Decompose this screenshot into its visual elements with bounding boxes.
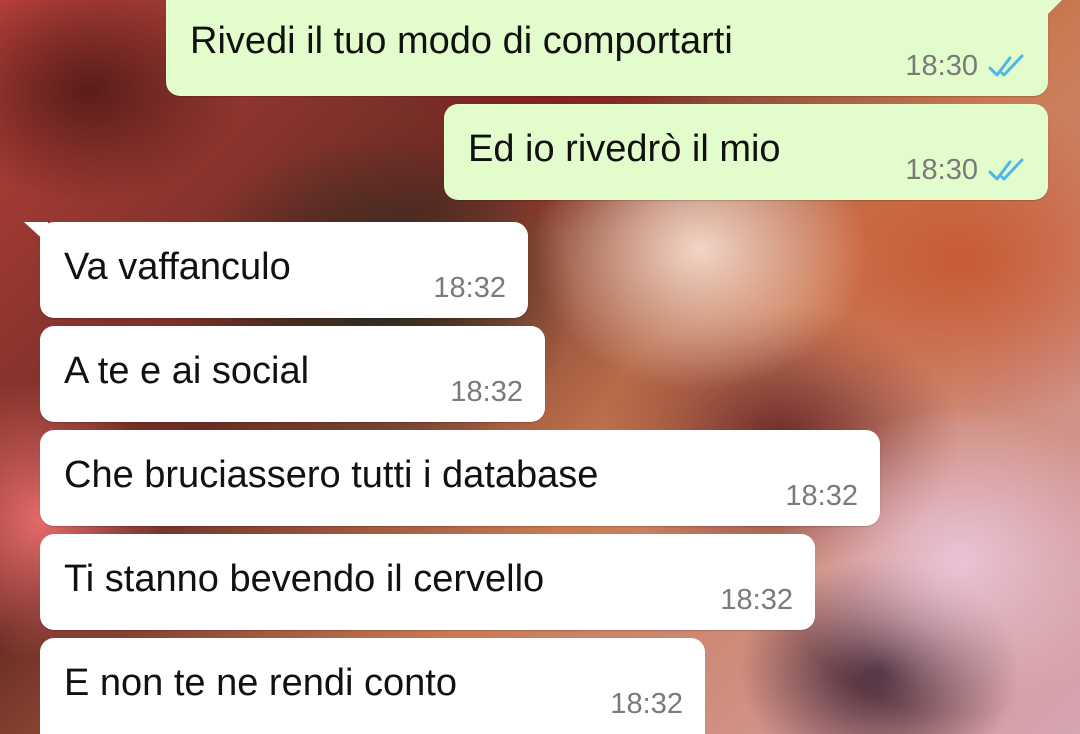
message-meta: 18:30 xyxy=(905,50,1026,82)
bubble-tail xyxy=(24,222,48,244)
message-time: 18:32 xyxy=(450,376,523,408)
message-meta: 18:32 xyxy=(785,480,858,512)
message-time: 18:32 xyxy=(610,688,683,720)
message-text: Ti stanno bevendo il cervello xyxy=(64,558,545,600)
message-meta: 18:32 xyxy=(450,376,523,408)
double-check-icon xyxy=(988,156,1026,184)
message-incoming[interactable]: Che bruciassero tutti i database 18:32 xyxy=(40,430,880,526)
message-meta: 18:30 xyxy=(905,154,1026,186)
message-outgoing[interactable]: Rivedi il tuo modo di comportarti 18:30 xyxy=(166,0,1062,96)
message-meta: 18:32 xyxy=(610,688,683,720)
message-meta: 18:32 xyxy=(720,584,793,616)
message-meta: 18:32 xyxy=(433,272,506,304)
message-incoming[interactable]: E non te ne rendi conto 18:32 xyxy=(40,638,705,734)
message-time: 18:30 xyxy=(905,154,978,186)
message-time: 18:30 xyxy=(905,50,978,82)
message-text: E non te ne rendi conto xyxy=(64,662,457,704)
double-check-icon xyxy=(988,52,1026,80)
bubble-tail xyxy=(1040,0,1062,22)
message-text: Che bruciassero tutti i database xyxy=(64,454,599,496)
message-incoming[interactable]: Va vaffanculo 18:32 xyxy=(24,222,528,318)
message-text: Ed io rivedrò il mio xyxy=(468,128,781,170)
message-outgoing[interactable]: Ed io rivedrò il mio 18:30 xyxy=(444,104,1048,200)
message-text: Rivedi il tuo modo di comportarti xyxy=(190,20,733,62)
message-time: 18:32 xyxy=(433,272,506,304)
message-incoming[interactable]: A te e ai social 18:32 xyxy=(40,326,545,422)
message-time: 18:32 xyxy=(785,480,858,512)
message-text: Va vaffanculo xyxy=(64,246,291,288)
message-incoming[interactable]: Ti stanno bevendo il cervello 18:32 xyxy=(40,534,815,630)
message-text: A te e ai social xyxy=(64,350,310,392)
chat-message-list[interactable]: Rivedi il tuo modo di comportarti 18:30 … xyxy=(0,0,1080,734)
message-time: 18:32 xyxy=(720,584,793,616)
